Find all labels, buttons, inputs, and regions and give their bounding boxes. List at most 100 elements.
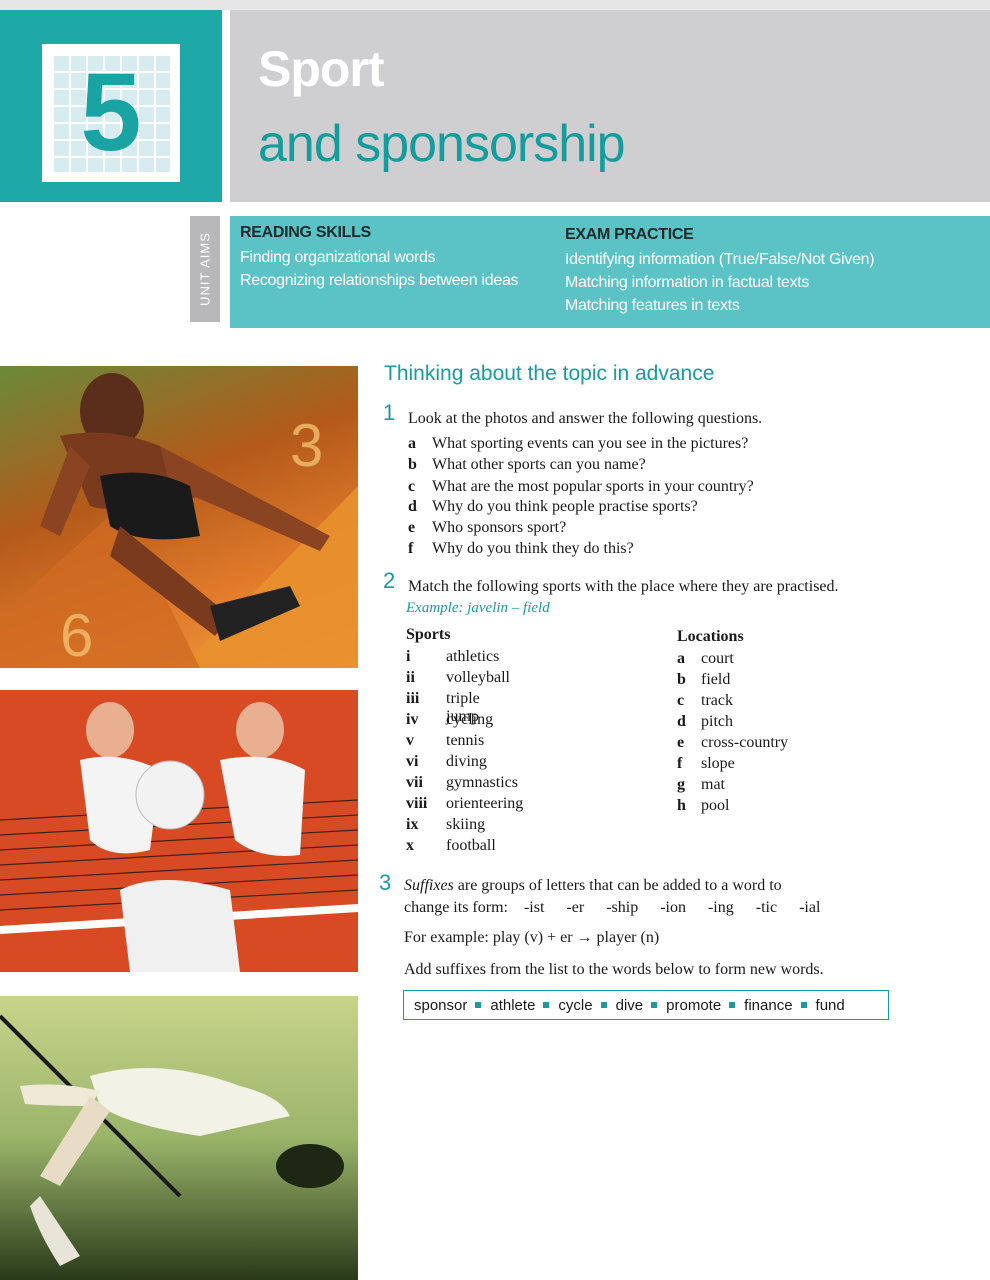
exam-practice-item: Identifying information (True/False/Not … [565, 251, 875, 268]
reading-skill-item: Recognizing relationships between ideas [240, 272, 519, 289]
suffix-item: -tic [755, 899, 778, 916]
location-letter: a [677, 650, 685, 667]
question-1-item: b What other sports can you name? [408, 456, 646, 474]
word-item: promote [666, 996, 722, 1014]
word-item: cycle [558, 996, 593, 1014]
unit-title-line2: and sponsorship [258, 115, 626, 173]
location-letter: g [677, 776, 685, 793]
reading-skills-heading: READING SKILLS [240, 224, 371, 241]
question-1-item: e Who sponsors sport? [408, 519, 566, 537]
unit-aims-tab: UNIT AIMS [190, 216, 220, 322]
unit-title-line1: Sport [258, 41, 385, 97]
item-letter: d [408, 498, 417, 515]
location-letter: c [677, 692, 685, 709]
question-3-line1: Suffixes are groups of letters that can … [404, 877, 782, 895]
word-item: finance [744, 996, 793, 1014]
question-1-item: a What sporting events can you see in the… [408, 435, 748, 453]
exam-practice-item: Matching information in factual texts [565, 274, 810, 291]
location-letter: d [677, 713, 686, 730]
question-3-number: 3 [379, 870, 392, 895]
location-name: pitch [701, 713, 733, 730]
svg-text:3: 3 [290, 412, 323, 479]
location-name: track [701, 692, 733, 709]
location-name: mat [701, 776, 725, 793]
sport-name: volleyball [446, 669, 510, 686]
item-text: Who sponsors sport? [432, 519, 567, 536]
item-text: What are the most popular sports in your… [432, 478, 754, 495]
item-letter: c [408, 478, 416, 495]
sport-numeral: v [406, 732, 414, 749]
section-title: Thinking about the topic in advance [384, 362, 715, 385]
suffix-item: -ist [523, 899, 545, 916]
item-text: Why do you think they do this? [432, 540, 634, 557]
location-name: cross-country [701, 734, 789, 751]
bullet-square-icon [729, 1002, 736, 1008]
location-letter: f [677, 755, 683, 772]
location-name: slope [701, 755, 735, 772]
locations-heading: Locations [677, 628, 744, 645]
exam-practice-item: Matching features in texts [565, 297, 740, 314]
question-1-item: c What are the most popular sports in you… [408, 478, 754, 496]
exam-practice-column: EXAM PRACTICE Identifying information (T… [565, 226, 875, 317]
sport-numeral: iv [406, 711, 419, 728]
sport-name: cycling [446, 711, 494, 728]
item-text: What sporting events can you see in the … [432, 435, 749, 452]
item-letter: a [408, 435, 416, 452]
suffix-item: -ial [799, 899, 821, 916]
location-letter: e [677, 734, 685, 751]
question-2-example: Example: javelin – field [406, 600, 550, 616]
exam-practice-heading: EXAM PRACTICE [565, 226, 694, 243]
suffix-item: -ship [606, 899, 639, 916]
unit-aims-band: READING SKILLS Finding organizational wo… [230, 216, 990, 328]
sport-name: orienteering [446, 795, 524, 812]
sport-name: skiing [446, 816, 486, 833]
suffix-item: -ing [707, 899, 734, 916]
bullet-square-icon [543, 1002, 550, 1008]
sport-numeral: iii [406, 690, 420, 707]
question-1-item: f Why do you think they do this? [408, 540, 634, 558]
word-list-box: sponsor athlete cycle dive promote finan… [403, 990, 889, 1020]
sport-numeral: x [406, 837, 414, 854]
svg-text:6: 6 [60, 602, 93, 668]
question-3-example: For example: play (v) + er → player (n) [404, 929, 660, 946]
location-letter: h [677, 797, 686, 814]
question-3-line1-rest: are groups of letters that can be added … [453, 877, 782, 894]
suffixes-term: Suffixes [404, 877, 454, 894]
word-item: dive [615, 996, 644, 1014]
unit-number-box: 5 [42, 44, 180, 182]
sport-numeral: ix [406, 816, 419, 833]
sport-numeral: i [406, 648, 411, 665]
location-name: court [701, 650, 734, 667]
unit-aims-label: UNIT AIMS [197, 232, 213, 306]
suffix-item: -er [566, 899, 585, 916]
word-item: fund [815, 996, 845, 1014]
volleyball-photo [0, 690, 358, 972]
question-1-prompt: Look at the photos and answer the follow… [408, 410, 763, 427]
question-3-instruction: Add suffixes from the list to the words … [404, 961, 824, 978]
bullet-square-icon [651, 1002, 658, 1008]
bullet-square-icon [800, 1002, 807, 1008]
word-item: athlete [490, 996, 536, 1014]
sport-name: diving [446, 753, 487, 770]
location-letter: b [677, 671, 686, 688]
word-item: sponsor [414, 996, 468, 1014]
question-2-number: 2 [383, 568, 396, 593]
item-text: What other sports can you name? [432, 456, 646, 473]
question-3-line2: change its form: -ist -er -ship -ion -in… [404, 899, 820, 917]
question-1-item: d Why do you think people practise sports… [408, 498, 698, 516]
question-1-number: 1 [383, 400, 396, 425]
sport-name: tennis [446, 732, 485, 749]
sport-numeral: vii [406, 774, 423, 791]
item-letter: e [408, 519, 416, 536]
sport-numeral: viii [406, 795, 428, 812]
sports-heading: Sports [406, 626, 451, 643]
sport-name: football [446, 837, 496, 854]
question-2-prompt: Match the following sports with the plac… [408, 578, 839, 595]
sport-name: athletics [446, 648, 500, 665]
bullet-square-icon [475, 1002, 482, 1008]
sprinter-photo: 3 6 [0, 366, 358, 668]
top-band [0, 0, 990, 10]
location-name: pool [701, 797, 730, 814]
item-letter: f [408, 540, 414, 557]
unit-number: 5 [80, 51, 142, 174]
